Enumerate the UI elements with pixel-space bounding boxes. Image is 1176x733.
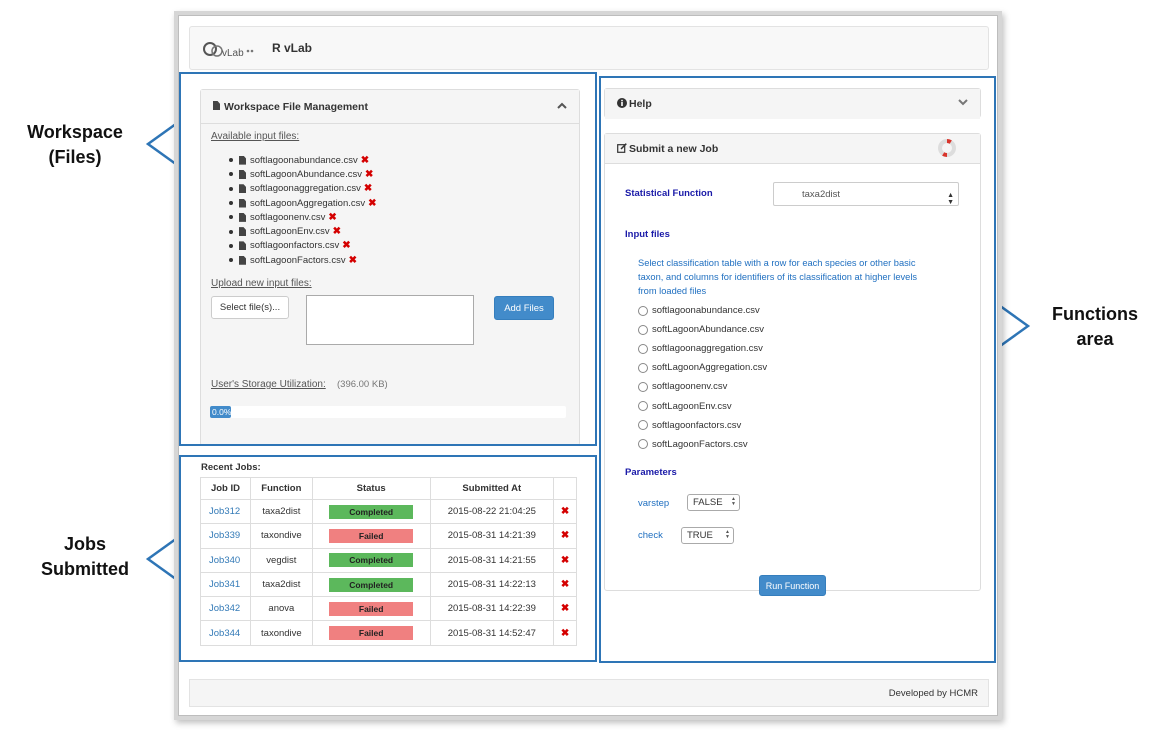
annotation-workspace-arrow — [145, 119, 181, 169]
annotation-functions-text: Functions area — [1052, 304, 1138, 349]
annotation-jobs-box — [179, 455, 597, 662]
annotation-functions-arrow — [995, 301, 1031, 351]
app-logo[interactable]: vLab — [202, 39, 256, 61]
app-title: R vLab — [272, 41, 313, 55]
annotation-workspace-label: Workspace (Files) — [10, 120, 140, 170]
annotation-jobs-arrow — [145, 534, 181, 584]
annotation-functions-box — [599, 76, 996, 663]
annotation-workspace-text: Workspace (Files) — [27, 122, 123, 167]
app-header: vLab R vLab — [189, 26, 989, 70]
annotation-functions-label: Functions area — [1030, 302, 1160, 352]
logo-text: vLab — [222, 48, 244, 59]
annotation-jobs-label: Jobs Submitted — [20, 532, 150, 582]
footer-text: Developed by HCMR — [888, 688, 978, 699]
annotation-workspace-box — [179, 72, 597, 446]
footer: Developed by HCMR — [189, 679, 989, 707]
annotation-jobs-text: Jobs Submitted — [41, 534, 129, 579]
